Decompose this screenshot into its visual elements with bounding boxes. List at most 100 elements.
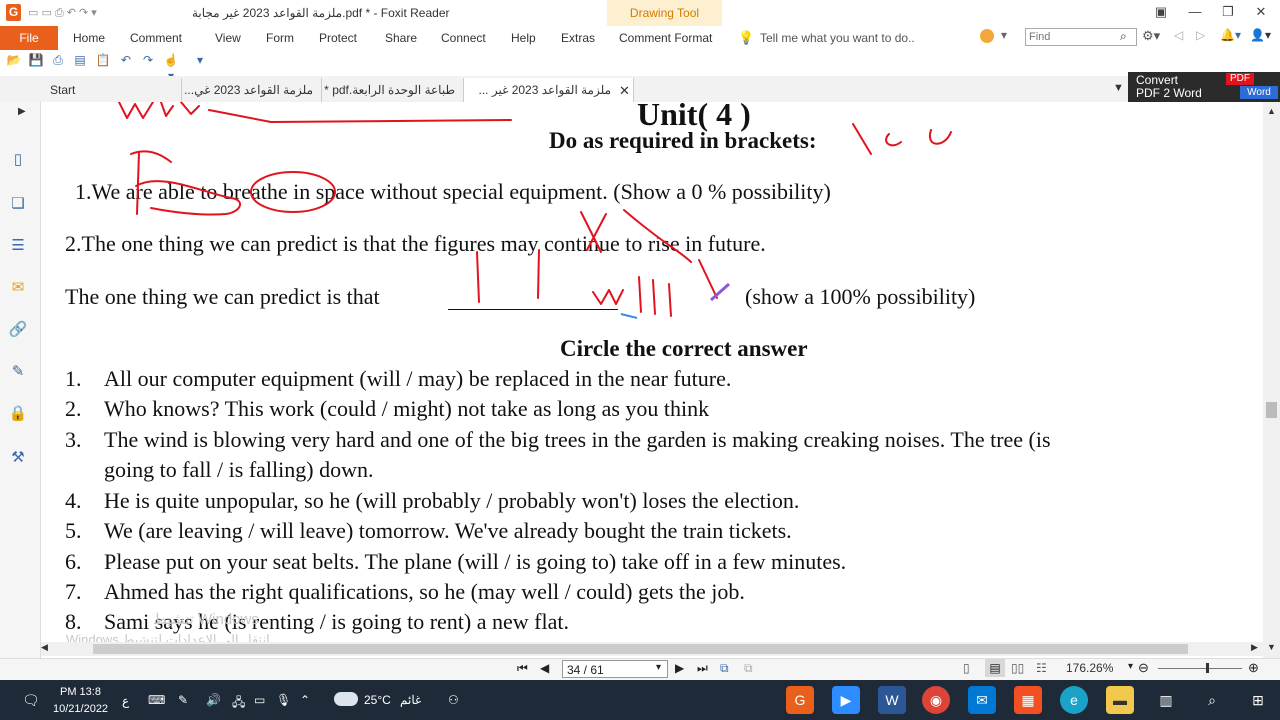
tab-unit4-print[interactable]: طباعة الوحدة الرابعة.pdf * [322,78,464,102]
tab-malzama-1[interactable]: ملزمة القواعد 2023 غي... [182,78,322,102]
edge-icon[interactable]: e [1060,686,1088,714]
zoom-slider-track[interactable] [1158,668,1242,669]
show-hidden-icons-chevron[interactable]: ⌃ [300,693,310,707]
file-menu[interactable]: File [0,26,58,50]
forward-icon[interactable]: ▷ [1196,28,1205,42]
menu-comment[interactable]: Comment [130,26,182,50]
tab-malzama-active[interactable]: ملزمة القواعد 2023 غير ... [464,78,634,102]
convert-pdf-to-word-banner[interactable]: Convert PDF 2 Word PDF Word [1128,72,1280,102]
menu-help[interactable]: Help [511,26,536,50]
scroll-up-icon[interactable]: ▲ [1267,106,1276,116]
open-folder-icon[interactable]: 📂 [6,52,22,68]
attachment-icon[interactable]: 🔗 [8,320,28,340]
bookmark-icon[interactable]: ▯ [8,150,28,170]
scroll-thumb[interactable] [1266,402,1277,418]
layers-icon[interactable]: ☰ [8,236,28,256]
next-view-icon[interactable]: ⧉ [744,661,753,676]
drawing-tool-context-tab[interactable]: Drawing Tool [607,0,722,26]
pdf-page[interactable]: Unit( 4 ) Do as required in brackets: 1.… [41,102,1263,642]
single-page-icon[interactable]: ▯ [963,661,970,675]
keyboard-icon[interactable]: ⌨ [148,693,165,707]
h-scroll-thumb[interactable] [93,644,1188,654]
task-view-icon[interactable]: ▥ [1152,686,1180,714]
close-tab-icon[interactable]: ✕ [619,83,630,99]
zoom-out-icon[interactable]: ⊖ [1138,660,1149,676]
minimize-icon[interactable]: — [1180,2,1210,22]
zoom-level[interactable]: 176.26% [1066,661,1113,675]
facing-page-icon[interactable]: ▯▯ [1011,661,1024,675]
undo-icon[interactable]: ↶ [118,52,134,68]
file-explorer-icon[interactable]: ▬ [1106,686,1134,714]
word-app-icon[interactable]: W [878,686,906,714]
taskbar-date[interactable]: 10/21/2022 [53,703,108,715]
store-icon[interactable]: ▦ [1014,686,1042,714]
hand-tool-icon[interactable]: ☝▾ [163,52,179,83]
next-page-icon[interactable]: ▶ [675,661,684,675]
zoom-in-icon[interactable]: ⊕ [1248,660,1259,676]
signature-icon[interactable]: ✎ [8,362,28,382]
print-icon[interactable]: ⎙ [50,52,66,68]
continuous-page-icon[interactable]: ▤ [985,659,1005,677]
scan-icon[interactable]: ▤ [72,52,88,68]
gear-icon[interactable]: ⚙▾ [1142,28,1160,44]
input-language[interactable]: ع [122,694,129,708]
restore-icon[interactable]: ❐ [1213,2,1243,22]
comments-icon[interactable]: ✉ [8,278,28,298]
weather-condition[interactable]: غائم [400,693,421,707]
back-icon[interactable]: ◁ [1174,28,1183,42]
foxit-app-icon[interactable]: G [6,4,21,21]
user-icon[interactable]: 👤▾ [1250,28,1271,42]
microphone-icon[interactable]: 🎙 [276,693,291,707]
zoom-app-icon[interactable]: ▶ [832,686,860,714]
vertical-scrollbar[interactable]: ▲ ▼ [1263,102,1280,658]
search-taskbar-icon[interactable]: ⌕ [1198,686,1226,714]
mail-icon[interactable]: ✉ [968,686,996,714]
paste-icon[interactable]: 📋 [95,52,111,68]
stamp-tool-icon[interactable]: ⚒ [8,448,28,468]
menu-home[interactable]: Home [73,26,105,50]
people-icon[interactable]: ⚇ [448,693,459,707]
weather-temperature[interactable]: 25°C [364,693,391,707]
chrome-icon[interactable]: ◉ [922,686,950,714]
tell-me-search[interactable]: Tell me what you want to do.. [760,26,915,50]
ink-annotations[interactable] [41,102,1263,642]
previous-view-icon[interactable]: ⧉ [720,661,729,676]
first-page-icon[interactable]: ⏮ [517,661,528,676]
notification-center-icon[interactable]: 🗨 [22,692,40,709]
menu-extras[interactable]: Extras [561,26,595,50]
zoom-dropdown-icon[interactable]: ▾ [1128,661,1133,672]
scroll-left-icon[interactable]: ◀ [41,642,48,653]
scroll-down-icon[interactable]: ▼ [1267,642,1276,652]
pages-icon[interactable]: ❏ [8,194,28,214]
menu-form[interactable]: Form [266,26,294,50]
page-dropdown-icon[interactable]: ▾ [656,662,661,673]
save-icon[interactable]: 💾 [28,52,44,68]
menu-protect[interactable]: Protect [319,26,357,50]
last-page-icon[interactable]: ⏭ [697,661,708,676]
display-icon[interactable]: ▭ [254,693,265,707]
redo-icon[interactable]: ↷ [140,52,156,68]
previous-page-icon[interactable]: ◀ [540,661,549,675]
page-number-input[interactable]: 34 / 61 [562,660,668,678]
ribbon-display-icon[interactable]: ▣ [1146,2,1176,22]
expand-panel-icon[interactable]: ▶ [18,106,26,117]
foxit-taskbar-icon[interactable]: G [786,686,814,714]
pen-icon[interactable]: ✎ [178,693,188,707]
tab-start[interactable]: Start [42,78,182,102]
menu-comment-format[interactable]: Comment Format [619,26,712,50]
menu-connect[interactable]: Connect [441,26,486,50]
menu-view[interactable]: View [215,26,241,50]
lock-icon[interactable]: 🔒 [8,404,28,424]
skin-chevron-icon[interactable]: ▾ [1001,28,1007,42]
scroll-right-icon[interactable]: ▶ [1251,642,1258,653]
zoom-slider-thumb[interactable] [1206,663,1209,673]
volume-icon[interactable]: 🔊 [206,693,221,707]
menu-share[interactable]: Share [385,26,417,50]
close-icon[interactable]: ✕ [1246,2,1276,22]
customize-toolbar-icon[interactable]: ▾ [192,52,208,68]
bell-icon[interactable]: 🔔▾ [1220,28,1241,42]
start-button-icon[interactable]: ⊞ [1244,686,1272,714]
horizontal-scrollbar[interactable]: ◀ ▶ [41,642,1263,656]
tab-list-chevron-icon[interactable]: ▼ [1113,82,1124,94]
smiley-feedback-icon[interactable] [980,29,994,43]
